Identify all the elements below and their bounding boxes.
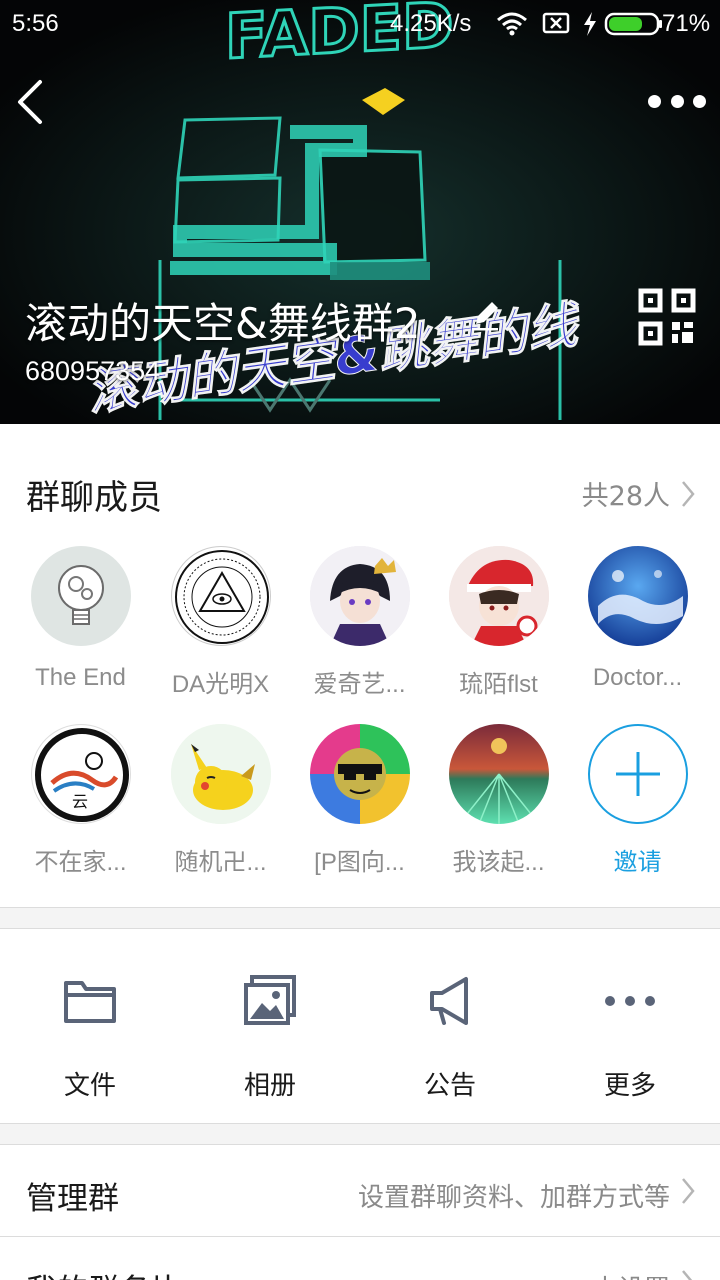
album-button[interactable]: 相册: [180, 929, 360, 1125]
anime-avatar-icon: [309, 546, 410, 646]
group-cover: FADED 滚动的天空&跳舞的线 5:56 4.25K/s 71% 滚动的天空&…: [0, 0, 720, 424]
avatar: [30, 546, 131, 646]
group-card-row[interactable]: 我的群名片 未设置: [0, 1236, 720, 1280]
member-item[interactable]: 爱奇艺...: [290, 546, 429, 699]
dot-icon: [693, 94, 706, 108]
qr-code-icon[interactable]: [638, 288, 696, 346]
back-button[interactable]: [14, 78, 54, 126]
pikachu-icon: [170, 724, 271, 824]
album-label: 相册: [243, 1071, 296, 1101]
more-options-button[interactable]: [648, 86, 706, 116]
member-name: 我该起...: [452, 849, 545, 876]
more-button[interactable]: 更多: [540, 929, 720, 1125]
megaphone-icon: [430, 977, 468, 1025]
illuminati-eye-icon: [174, 550, 269, 644]
more-label: 更多: [603, 1071, 656, 1101]
avatar: [309, 724, 410, 824]
lightbulb-icon: [57, 565, 104, 625]
dot-icon: [648, 94, 661, 108]
avatar: 云: [30, 724, 131, 824]
group-name: 滚动的天空&舞线群2: [25, 299, 421, 348]
member-name: DA光明X: [171, 671, 270, 698]
avatar: [170, 546, 271, 646]
plus-icon: [615, 752, 660, 796]
member-name: 爱奇艺...: [313, 671, 406, 698]
avatar: [309, 546, 410, 646]
invite-button[interactable]: 邀请: [568, 724, 707, 877]
sim-off-icon: [542, 12, 570, 34]
member-item[interactable]: The End: [11, 546, 150, 692]
status-bar: 5:56 4.25K/s 71%: [0, 0, 720, 52]
edit-icon[interactable]: [470, 298, 500, 332]
chevron-right-icon: [682, 480, 695, 507]
colorful-sunglasses-icon: [309, 724, 410, 824]
member-count: 共28人: [581, 481, 670, 512]
members-section-title: 群聊成员: [26, 478, 162, 518]
charging-icon: [584, 12, 596, 36]
member-item[interactable]: 随机卍...: [151, 724, 290, 877]
anime-trainer-icon: [448, 546, 549, 646]
landscape-icon: [448, 724, 549, 824]
member-item[interactable]: 琉陌flst: [429, 546, 568, 699]
member-count-link[interactable]: 共28人: [582, 474, 696, 513]
status-battery-percent: 71%: [662, 10, 711, 37]
member-item[interactable]: DA光明X: [151, 546, 290, 699]
ink-circle-icon: 云: [34, 728, 129, 822]
member-name: The End: [35, 664, 126, 691]
member-name: 琉陌flst: [459, 671, 538, 698]
invite-label: 邀请: [613, 849, 662, 876]
battery-icon: [604, 12, 662, 36]
group-actions: 文件 相册 公告 更多: [0, 928, 720, 1124]
avatar: [587, 546, 688, 646]
svg-text:云: 云: [72, 792, 88, 811]
member-item[interactable]: Doctor...: [568, 546, 707, 692]
more-dots-icon: [605, 996, 655, 1006]
announcement-label: 公告: [423, 1071, 476, 1101]
avatar: [448, 546, 549, 646]
folder-icon: [64, 981, 116, 1023]
album-icon: [244, 975, 296, 1025]
manage-group-row[interactable]: 管理群 设置群聊资料、加群方式等: [0, 1144, 720, 1236]
member-item[interactable]: 我该起...: [429, 724, 568, 877]
announcement-button[interactable]: 公告: [360, 929, 540, 1125]
avatar: [170, 724, 271, 824]
chevron-right-icon: [682, 1178, 695, 1204]
chevron-right-icon: [682, 1270, 693, 1280]
manage-group-label: 管理群: [26, 1181, 119, 1217]
invite-circle: [587, 724, 688, 824]
members-section: 群聊成员 共28人 The End DA光明X 爱奇艺... 琉陌flst Do…: [0, 424, 720, 908]
files-label: 文件: [63, 1071, 116, 1101]
avatar: [448, 724, 549, 824]
wifi-icon: [497, 12, 527, 36]
status-time: 5:56: [12, 10, 59, 37]
manage-group-hint: 设置群聊资料、加群方式等: [357, 1183, 670, 1213]
group-id: 680957354: [25, 356, 161, 386]
group-card-value: 未设置: [592, 1269, 670, 1280]
status-net-speed: 4.25K/s: [390, 10, 472, 37]
member-name: 不在家...: [34, 849, 127, 876]
member-name: 随机卍...: [174, 849, 267, 876]
member-item[interactable]: [P图向...: [290, 724, 429, 877]
status-icons: [496, 11, 664, 37]
files-button[interactable]: 文件: [0, 929, 180, 1125]
member-name: Doctor...: [592, 664, 683, 691]
member-name: [P图向...: [314, 849, 405, 876]
dot-icon: [670, 94, 684, 108]
sky-avatar-icon: [587, 546, 688, 646]
member-item[interactable]: 云 不在家...: [11, 724, 150, 877]
group-card-label: 我的群名片: [26, 1265, 181, 1280]
